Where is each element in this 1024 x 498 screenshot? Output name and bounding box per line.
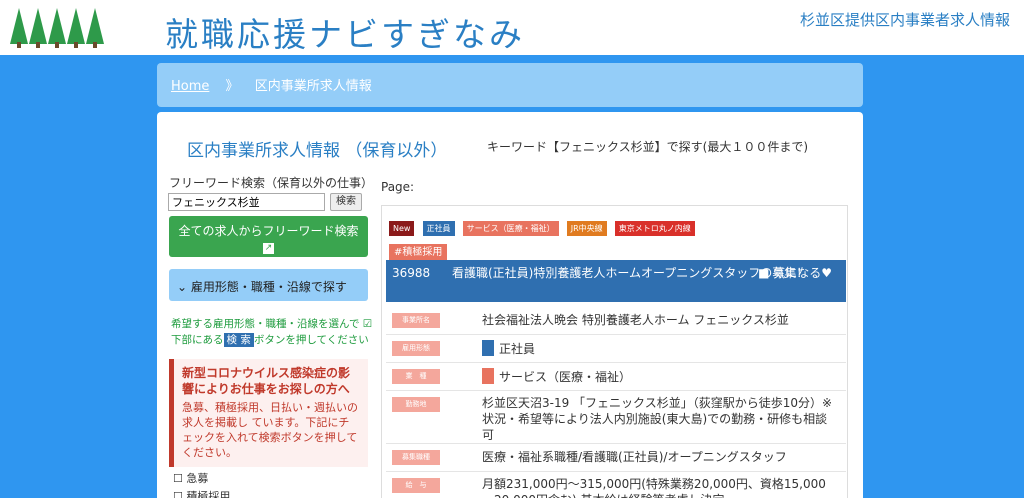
site-header: 就職応援ナビすぎなみ 杉並区提供区内事業者求人情報 [0, 0, 1024, 55]
row-value: 正社員 [499, 342, 536, 356]
row-label: 募集職種 [392, 450, 440, 465]
job-id: 36988 [392, 266, 431, 280]
page-label: Page: [381, 180, 415, 194]
row-value: 杉並区天沼3-19 「フェニックス杉並」（荻窪駅から徒歩10分）※状況・希望等に… [482, 396, 833, 442]
job-card: New 正社員 サービス（医療・福祉） JR中央線 東京メトロ丸ノ内線 #積極採… [381, 205, 848, 498]
covid-notice-body: 急募、積極採用、日払い・週払いの求人を掲載し ています。下記にチェックを入れて検… [182, 401, 358, 459]
filter-hint-text-end: ボタンを押してください [253, 334, 369, 346]
row-label: 給 与 [392, 478, 440, 493]
row-value: 医療・福祉系職種/看護職(正社員)/オープニングスタッフ [482, 450, 787, 464]
job-title: 看護職(正社員)特別養護老人ホームオープニングスタッフの募集！ [452, 266, 809, 280]
all-freeword-search-label: 全ての求人からフリーワード検索 [178, 224, 359, 238]
row-value: 社会福祉法人晩会 特別養護老人ホーム フェニックス杉並 [482, 313, 789, 327]
row-label: 事業所名 [392, 313, 440, 328]
industry-color-marker [482, 368, 494, 384]
external-link-icon: ↗ [263, 243, 274, 254]
employment-color-marker [482, 340, 494, 356]
covid-notice: 新型コロナウイルス感染症の影響によりお仕事をお探しの方へ 急募、積極採用、日払い… [169, 359, 368, 467]
freeword-search-button[interactable]: 検索 [330, 193, 362, 211]
page-title: 区内事業所求人情報 （保育以外） [187, 141, 448, 161]
freeword-label: フリーワード検索（保育以外の仕事） [169, 176, 374, 190]
tag-active-hiring: #積極採用 [389, 244, 448, 261]
checkbox-active-hiring-label: 積極採用 [186, 490, 231, 498]
covid-notice-title: 新型コロナウイルス感染症の影響によりお仕事をお探しの方へ [182, 366, 351, 396]
job-title-bar[interactable]: 36988 看護職(正社員)特別養護老人ホームオープニングスタッフの募集！ ■ 気… [386, 260, 846, 302]
job-row-job-type: 募集職種 医療・福祉系職種/看護職(正社員)/オープニングスタッフ [386, 444, 846, 472]
job-tags: New 正社員 サービス（医療・福祉） JR中央線 東京メトロ丸ノ内線 #積極採… [389, 216, 844, 265]
job-row-salary: 給 与 月額231,000円～315,000円(特殊業務20,000円、資格15… [386, 472, 846, 498]
row-value: 月額231,000円～315,000円(特殊業務20,000円、資格15,000… [482, 477, 826, 498]
tag-employment: 正社員 [422, 221, 455, 236]
row-label: 雇用形態 [392, 341, 440, 356]
filter-hint: 希望する雇用形態・職種・沿線を選んで ☑ 下部にある検 索ボタンを押してください [171, 316, 376, 348]
main-panel: 区内事業所求人情報 （保育以外） キーワード【フェニックス杉並】で探す(最大１０… [157, 112, 863, 498]
tag-industry: サービス（医療・福祉） [462, 221, 559, 236]
checkbox-active-hiring[interactable]: ☐ 積極採用 [173, 488, 230, 498]
freeword-input[interactable] [168, 193, 325, 211]
breadcrumb-current: 区内事業所求人情報 [254, 79, 372, 94]
row-label: 業 種 [392, 369, 440, 384]
all-freeword-search-button[interactable]: 全ての求人からフリーワード検索 ↗ [169, 216, 368, 257]
checkbox-urgent[interactable]: ☐ 急募 [173, 470, 208, 486]
favorite-toggle[interactable]: ■ 気になる♥ [758, 265, 832, 282]
breadcrumb-separator: 》 [225, 79, 239, 94]
tree-logo-icon [10, 8, 104, 48]
breadcrumb-home-link[interactable]: Home [171, 79, 209, 94]
filter-toggle-label: 雇用形態・職種・沿線で探す [190, 280, 347, 294]
filter-toggle-button[interactable]: ⌄ 雇用形態・職種・沿線で探す [169, 269, 368, 301]
chevron-down-icon: ⌄ [177, 280, 188, 294]
job-row-industry: 業 種 サービス（医療・福祉） [386, 363, 846, 391]
job-row-employment: 雇用形態 正社員 [386, 335, 846, 363]
search-summary: キーワード【フェニックス杉並】で探す(最大１００件まで) [487, 140, 809, 154]
checkbox-urgent-label: 急募 [186, 472, 209, 485]
tag-new: New [389, 221, 415, 236]
site-logo[interactable]: 就職応援ナビすぎなみ [165, 8, 525, 56]
row-value: サービス（医療・福祉） [499, 370, 632, 384]
job-row-location: 勤務地 杉並区天沼3-19 「フェニックス杉並」（荻窪駅から徒歩10分）※状況・… [386, 391, 846, 444]
site-tagline: 杉並区提供区内事業者求人情報 [799, 11, 1010, 29]
job-row-company: 事業所名 社会福祉法人晩会 特別養護老人ホーム フェニックス杉並 [386, 307, 846, 335]
search-keyword-badge: 検 索 [223, 333, 254, 347]
row-label: 勤務地 [392, 397, 440, 412]
tag-train-metro: 東京メトロ丸ノ内線 [614, 221, 695, 236]
breadcrumb: Home 》 区内事業所求人情報 [157, 63, 863, 107]
tag-train-jr: JR中央線 [566, 221, 607, 236]
